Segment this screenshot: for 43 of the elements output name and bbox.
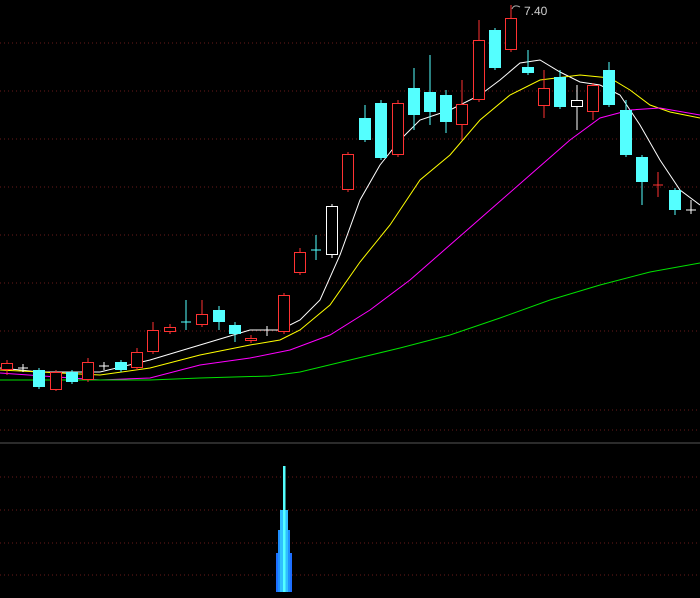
candlestick xyxy=(538,70,550,118)
candlestick xyxy=(392,100,404,158)
candlestick xyxy=(636,154,648,206)
candlestick xyxy=(164,324,176,334)
candlestick xyxy=(587,82,599,120)
candlestick xyxy=(131,348,143,370)
candlestick xyxy=(620,100,632,158)
candlestick xyxy=(375,100,387,160)
candlestick xyxy=(489,28,501,70)
candlestick xyxy=(262,326,272,336)
candlestick xyxy=(686,200,696,214)
candlestick xyxy=(18,364,28,372)
candlestick xyxy=(652,172,664,198)
candlestick xyxy=(98,362,110,370)
candlestick xyxy=(294,248,306,276)
candlestick xyxy=(147,322,159,354)
candlestick xyxy=(229,322,241,342)
candlestick xyxy=(669,188,681,216)
candlestick xyxy=(213,306,225,330)
candlestick xyxy=(82,358,94,382)
candlestick xyxy=(505,4,517,52)
candlestick xyxy=(554,70,566,110)
candlestick xyxy=(115,360,127,372)
candlestick xyxy=(440,90,452,134)
candlestick xyxy=(424,54,436,126)
candlestick xyxy=(408,68,420,130)
candlestick xyxy=(571,84,583,130)
candlestick xyxy=(245,334,257,344)
candlestick xyxy=(326,204,338,258)
candlestick xyxy=(196,300,208,328)
candlestick xyxy=(456,80,468,140)
candlestick xyxy=(359,104,371,142)
candlestick xyxy=(522,50,534,76)
candlestick xyxy=(342,152,354,192)
candlestick xyxy=(50,370,62,392)
candlestick xyxy=(603,62,615,108)
high-price-label: 7.40 xyxy=(524,4,548,18)
candlestick xyxy=(310,234,322,260)
candlestick xyxy=(33,368,45,390)
candlestick xyxy=(180,300,192,330)
candlestick xyxy=(278,292,290,334)
leader-line xyxy=(512,5,520,10)
candlestick xyxy=(66,370,78,384)
